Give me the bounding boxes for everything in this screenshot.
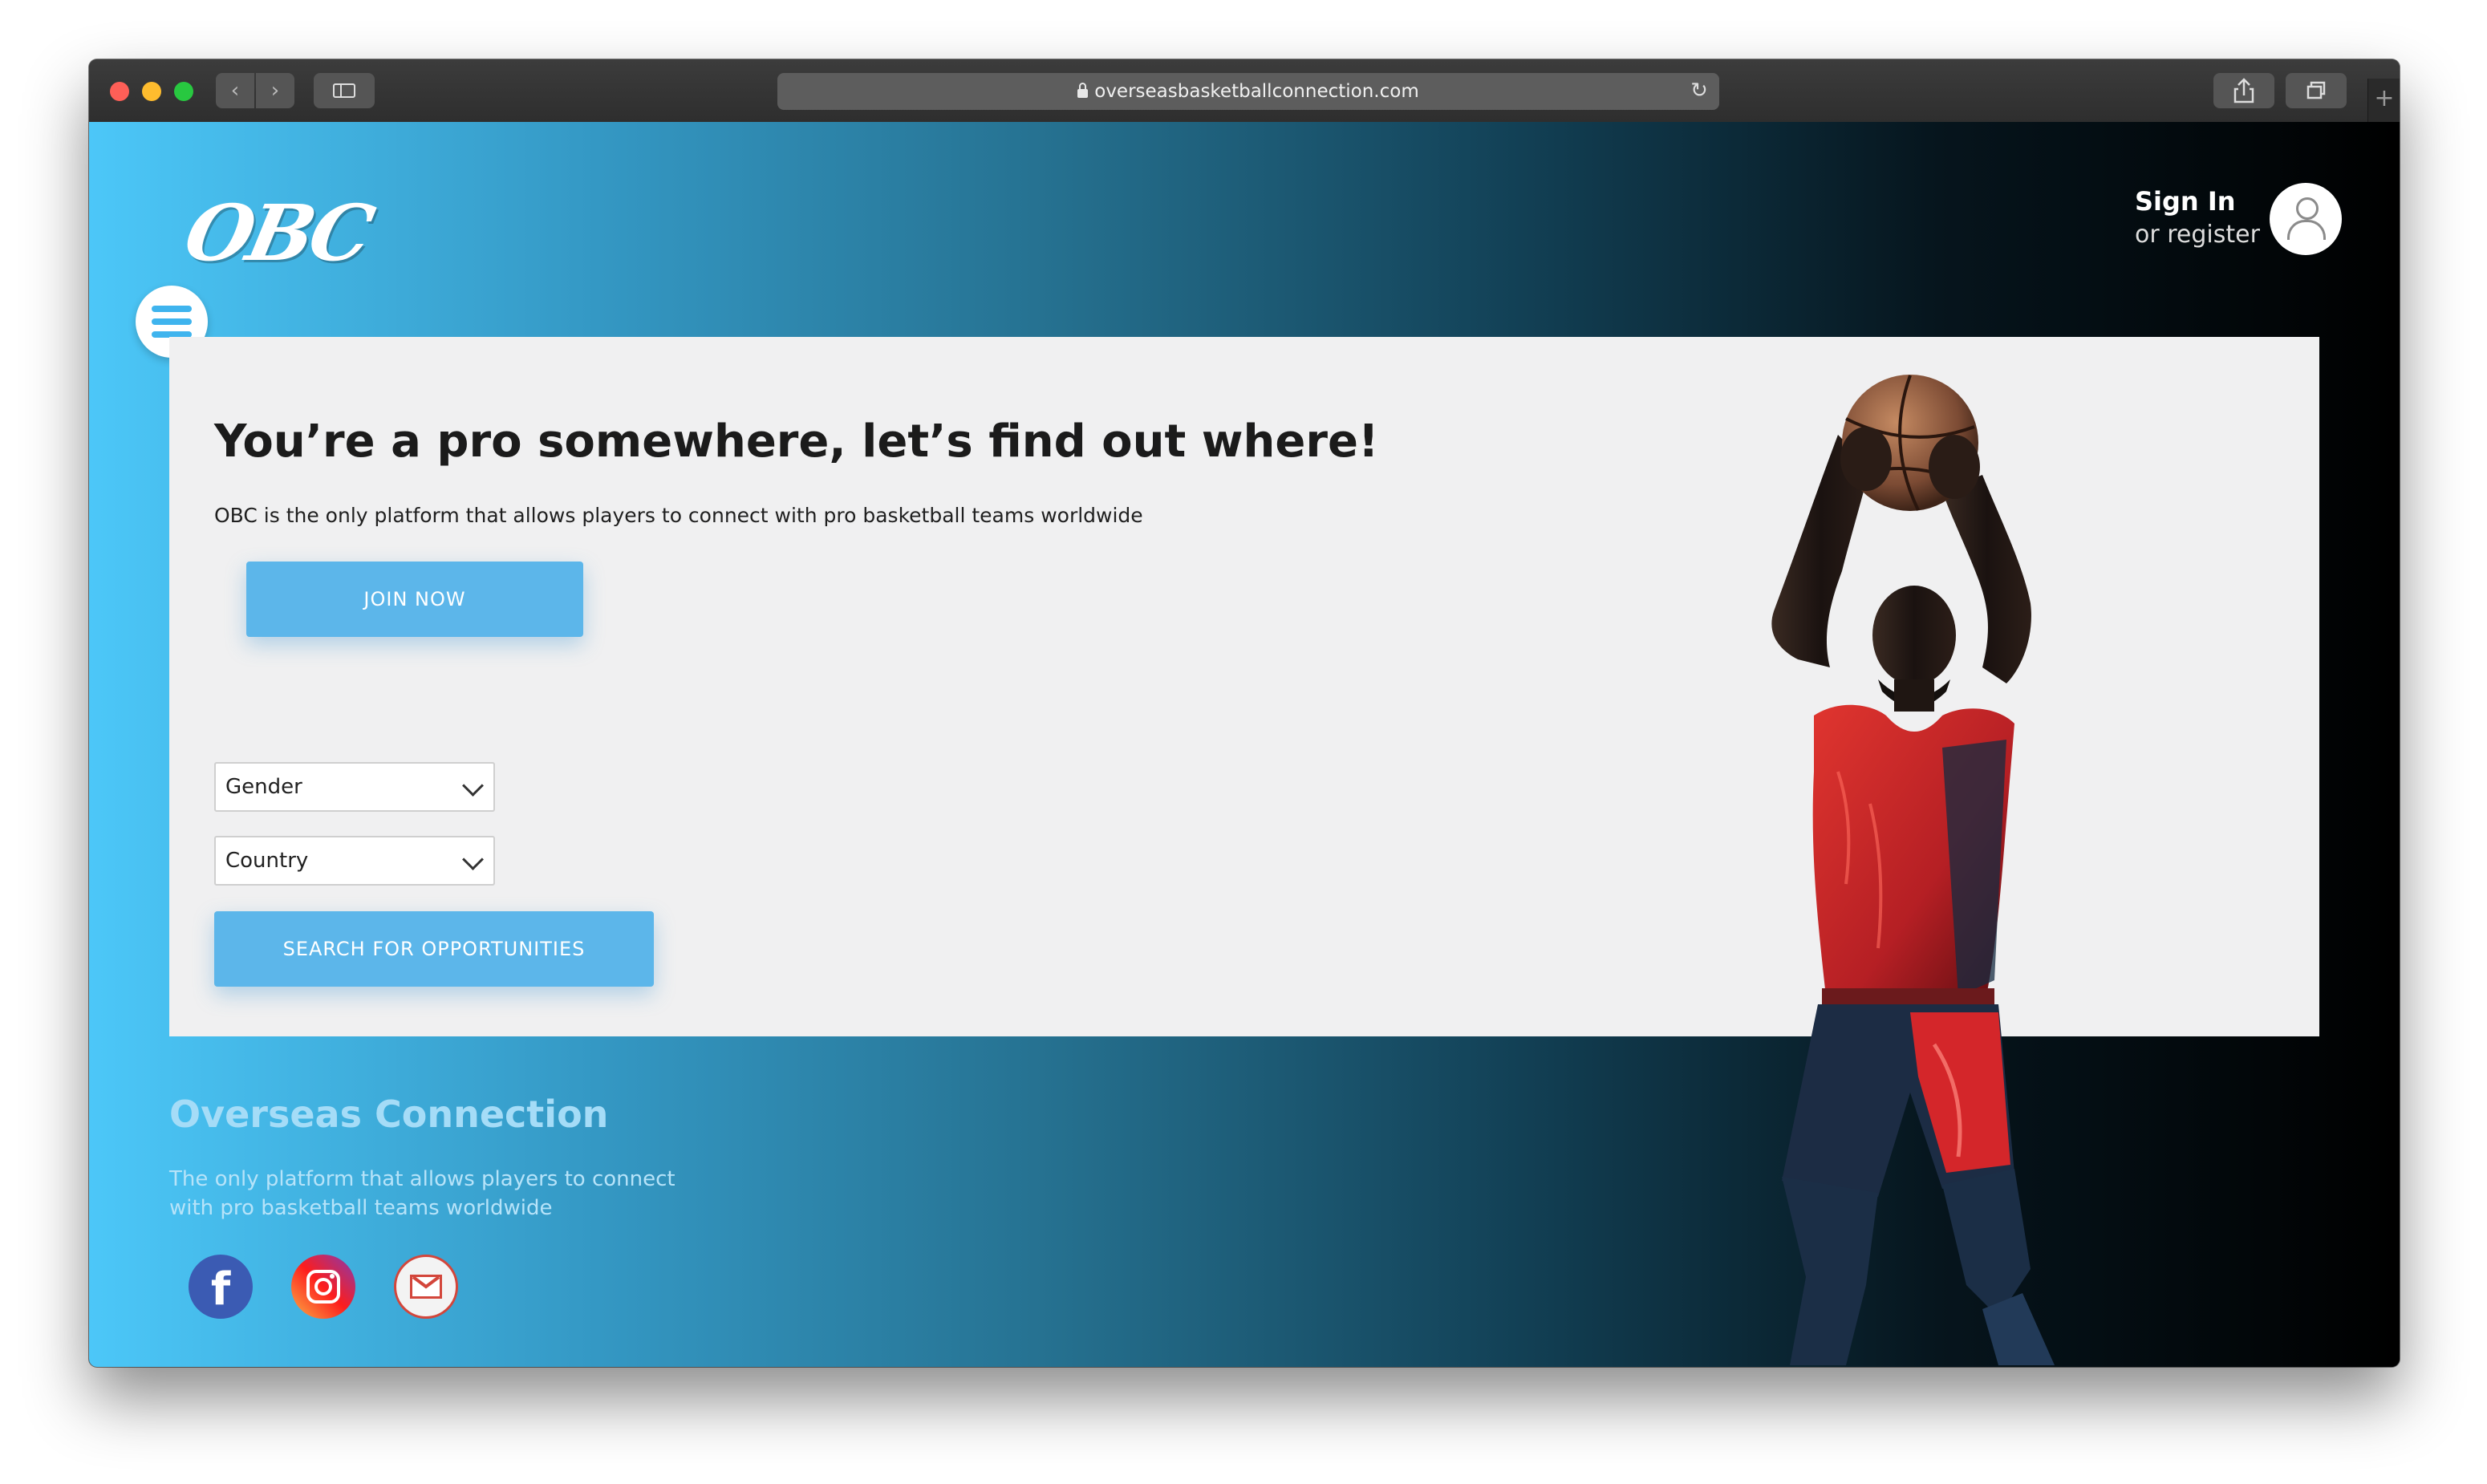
obc-logo[interactable]: OBC xyxy=(177,188,377,278)
address-bar[interactable]: overseasbasketballconnection.com ↻ xyxy=(777,73,1719,110)
instagram-dot-shape xyxy=(330,1274,335,1279)
url-text: overseasbasketballconnection.com xyxy=(1094,81,1419,102)
tabs-icon xyxy=(2306,81,2326,99)
reload-icon[interactable]: ↻ xyxy=(1687,73,1711,110)
user-icon xyxy=(2296,197,2319,220)
footer-title: Overseas Connection xyxy=(169,1093,609,1136)
register-label[interactable]: or register xyxy=(2135,218,2260,252)
zoom-window-button[interactable] xyxy=(174,82,193,101)
user-icon-body xyxy=(2287,220,2326,240)
back-button[interactable]: ‹ xyxy=(216,73,254,108)
signin-link[interactable]: Sign In or register xyxy=(2135,184,2260,252)
browser-toolbar: ‹ › overseasbasketballconnection.com ↻ + xyxy=(89,59,2400,124)
chevron-left-icon: ‹ xyxy=(230,79,240,103)
footer-description: The only platform that allows players to… xyxy=(169,1167,676,1220)
user-avatar-button[interactable] xyxy=(2270,183,2342,255)
page-content: OBC Sign In or register You’re a pro som… xyxy=(89,122,2400,1367)
facebook-glyph: f xyxy=(210,1263,231,1316)
sidebar-toggle-button[interactable] xyxy=(314,73,375,108)
instagram-icon[interactable] xyxy=(291,1255,355,1319)
hero-subtitle: OBC is the only platform that allows pla… xyxy=(214,504,1143,527)
close-window-button[interactable] xyxy=(110,82,129,101)
hamburger-icon xyxy=(152,306,192,312)
share-icon xyxy=(2233,78,2254,103)
chevron-right-icon: › xyxy=(270,79,280,103)
hero-title: You’re a pro somewhere, let’s find out w… xyxy=(214,416,1379,468)
facebook-icon[interactable]: f xyxy=(189,1255,253,1319)
lock-icon xyxy=(1077,83,1089,98)
sidebar-icon xyxy=(333,83,355,98)
forward-button[interactable]: › xyxy=(256,73,294,108)
country-select[interactable]: Country xyxy=(214,836,495,886)
browser-window: ‹ › overseasbasketballconnection.com ↻ +… xyxy=(89,59,2400,1367)
share-button[interactable] xyxy=(2213,73,2274,108)
chevron-down-icon xyxy=(462,849,484,870)
gender-select-value: Gender xyxy=(225,775,302,799)
signin-label[interactable]: Sign In xyxy=(2135,184,2260,218)
hamburger-icon-bar xyxy=(152,318,192,325)
basketball-player-image xyxy=(1771,375,2055,1365)
search-opportunities-button[interactable]: SEARCH FOR OPPORTUNITIES xyxy=(214,911,654,987)
join-now-button[interactable]: JOIN NOW xyxy=(246,562,583,637)
gmail-icon[interactable] xyxy=(394,1255,458,1319)
country-select-value: Country xyxy=(225,849,309,873)
gender-select[interactable]: Gender xyxy=(214,762,495,812)
show-tabs-button[interactable] xyxy=(2286,73,2347,108)
new-tab-button[interactable]: + xyxy=(2367,79,2400,122)
gmail-m-shape xyxy=(412,1275,440,1289)
minimize-window-button[interactable] xyxy=(142,82,161,101)
chevron-down-icon xyxy=(462,775,484,797)
instagram-lens-shape xyxy=(314,1278,332,1295)
